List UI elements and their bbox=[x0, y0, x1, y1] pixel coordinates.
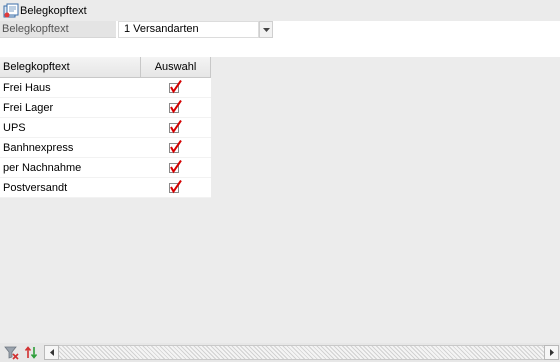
checkbox-checked-icon[interactable] bbox=[169, 120, 182, 134]
bottom-toolbar bbox=[0, 343, 560, 362]
scroll-left-button[interactable] bbox=[44, 345, 59, 360]
row-name: Banhnexpress bbox=[0, 138, 141, 158]
column-header-belegkopftext[interactable]: Belegkopftext bbox=[0, 57, 141, 78]
filter-row: Belegkopftext 1 Versandarten bbox=[0, 21, 560, 39]
filter-select[interactable]: 1 Versandarten bbox=[118, 21, 259, 38]
row-name: Frei Haus bbox=[0, 78, 141, 98]
row-selection-cell bbox=[141, 118, 211, 138]
table-row[interactable]: Postversandt bbox=[0, 178, 211, 198]
table-row[interactable]: Frei Haus bbox=[0, 78, 211, 98]
grid-header: Belegkopftext Auswahl bbox=[0, 57, 211, 78]
checkbox-checked-icon[interactable] bbox=[169, 160, 182, 174]
checkbox-checked-icon[interactable] bbox=[169, 80, 182, 94]
row-name: UPS bbox=[0, 118, 141, 138]
horizontal-scrollbar[interactable] bbox=[44, 345, 559, 360]
table-row[interactable]: Banhnexpress bbox=[0, 138, 211, 158]
table-row[interactable]: per Nachnahme bbox=[0, 158, 211, 178]
document-icon bbox=[3, 3, 19, 17]
row-selection-cell bbox=[141, 138, 211, 158]
table-row[interactable]: Frei Lager bbox=[0, 98, 211, 118]
arrow-right-icon bbox=[549, 349, 554, 356]
filter-label: Belegkopftext bbox=[0, 21, 116, 38]
chevron-down-icon bbox=[262, 27, 270, 32]
row-name: Postversandt bbox=[0, 178, 141, 198]
checkbox-checked-icon[interactable] bbox=[169, 140, 182, 154]
column-header-auswahl[interactable]: Auswahl bbox=[141, 57, 211, 78]
grid-body: Frei Haus Frei Lager UPS Banhnexpress per Na… bbox=[0, 78, 211, 198]
scroll-right-button[interactable] bbox=[544, 345, 559, 360]
window-title: Belegkopftext bbox=[20, 4, 87, 17]
row-selection-cell bbox=[141, 98, 211, 118]
row-selection-cell bbox=[141, 178, 211, 198]
filter-clear-icon[interactable] bbox=[4, 345, 19, 360]
arrow-left-icon bbox=[49, 349, 54, 356]
row-name: Frei Lager bbox=[0, 98, 141, 118]
checkbox-checked-icon[interactable] bbox=[169, 100, 182, 114]
row-name: per Nachnahme bbox=[0, 158, 141, 178]
dropdown-button[interactable] bbox=[259, 21, 273, 38]
row-selection-cell bbox=[141, 158, 211, 178]
checkbox-checked-icon[interactable] bbox=[169, 180, 182, 194]
sort-icon[interactable] bbox=[24, 345, 39, 360]
title-bar: Belegkopftext bbox=[0, 0, 560, 21]
row-selection-cell bbox=[141, 78, 211, 98]
grid: Belegkopftext Auswahl Frei Haus Frei Lage… bbox=[0, 57, 560, 343]
table-row[interactable]: UPS bbox=[0, 118, 211, 138]
